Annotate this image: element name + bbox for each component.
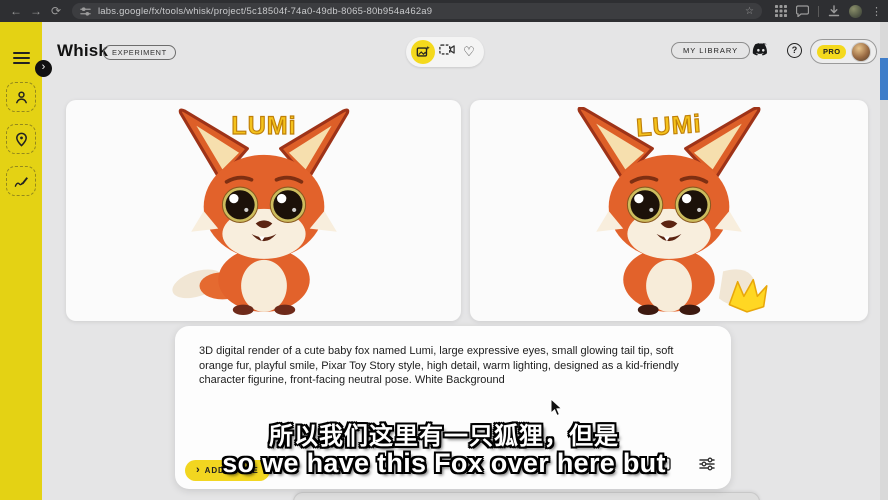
account-button[interactable]: PRO bbox=[810, 39, 877, 64]
bookmark-star-icon[interactable]: ☆ bbox=[745, 6, 754, 17]
toolbar-divider bbox=[818, 6, 819, 17]
sidebar-item-style[interactable] bbox=[6, 166, 36, 196]
url-text[interactable]: labs.google/fx/tools/whisk/project/5c185… bbox=[98, 6, 739, 17]
next-panel-edge bbox=[293, 492, 760, 500]
fox-illustration-right: LUMi bbox=[544, 107, 794, 315]
person-icon bbox=[14, 90, 29, 105]
download-icon[interactable] bbox=[828, 5, 840, 17]
browser-forward-icon[interactable]: → bbox=[26, 4, 46, 18]
browser-profile-avatar[interactable] bbox=[849, 5, 862, 18]
my-library-button[interactable]: MY LIBRARY bbox=[671, 42, 750, 59]
mode-switcher: ♡ bbox=[406, 37, 484, 67]
whisk-app-screen: ← → ⟳ labs.google/fx/tools/whisk/project… bbox=[0, 0, 888, 500]
generated-image-right[interactable]: LUMi bbox=[470, 100, 868, 321]
browser-reload-icon[interactable]: ⟳ bbox=[46, 4, 66, 18]
video-camera-icon bbox=[439, 43, 455, 56]
address-bar[interactable]: labs.google/fx/tools/whisk/project/5c185… bbox=[72, 3, 762, 19]
discord-button[interactable] bbox=[751, 43, 770, 63]
discord-icon bbox=[751, 43, 770, 58]
tab-groups-icon[interactable] bbox=[775, 5, 787, 17]
sidebar-item-subject[interactable] bbox=[6, 82, 36, 112]
site-info-icon[interactable] bbox=[80, 6, 91, 17]
heart-icon: ♡ bbox=[463, 44, 475, 59]
image-label-right: LUMi bbox=[635, 109, 702, 141]
page-title: Whisk bbox=[57, 41, 108, 61]
fox-illustration-left: LUMi bbox=[139, 107, 389, 315]
video-mode-button[interactable] bbox=[437, 43, 457, 61]
chat-bubble-icon[interactable] bbox=[796, 5, 809, 17]
scrollbar-thumb[interactable] bbox=[880, 58, 888, 100]
account-avatar bbox=[851, 42, 871, 62]
sidebar-collapse-button[interactable]: › bbox=[35, 60, 52, 77]
subtitle-chinese: 所以我们这里有一只狐狸，但是 bbox=[0, 416, 888, 451]
browser-menu-icon[interactable]: ⋮ bbox=[871, 5, 882, 18]
subtitle-english: so we have this Fox over here but bbox=[0, 448, 888, 479]
help-button[interactable]: ? bbox=[787, 43, 802, 58]
browser-toolbar: ← → ⟳ labs.google/fx/tools/whisk/project… bbox=[0, 0, 888, 22]
generated-image-left[interactable]: LUMi bbox=[66, 100, 461, 321]
favorites-button[interactable]: ♡ bbox=[459, 43, 479, 61]
prompt-text[interactable]: 3D digital render of a cute baby fox nam… bbox=[199, 344, 699, 388]
sidebar-item-scene[interactable] bbox=[6, 124, 36, 154]
location-pin-icon bbox=[14, 132, 29, 147]
menu-icon[interactable] bbox=[13, 52, 30, 64]
browser-back-icon[interactable]: ← bbox=[6, 4, 26, 18]
image-mode-button[interactable] bbox=[411, 40, 435, 64]
experiment-badge: EXPERIMENT bbox=[103, 45, 176, 60]
image-label-left: LUMi bbox=[231, 112, 296, 140]
pen-style-icon bbox=[14, 174, 29, 189]
browser-actions: ⋮ bbox=[775, 0, 882, 22]
pro-badge: PRO bbox=[817, 45, 846, 59]
image-spark-icon bbox=[416, 45, 430, 59]
mouse-cursor bbox=[550, 398, 563, 417]
